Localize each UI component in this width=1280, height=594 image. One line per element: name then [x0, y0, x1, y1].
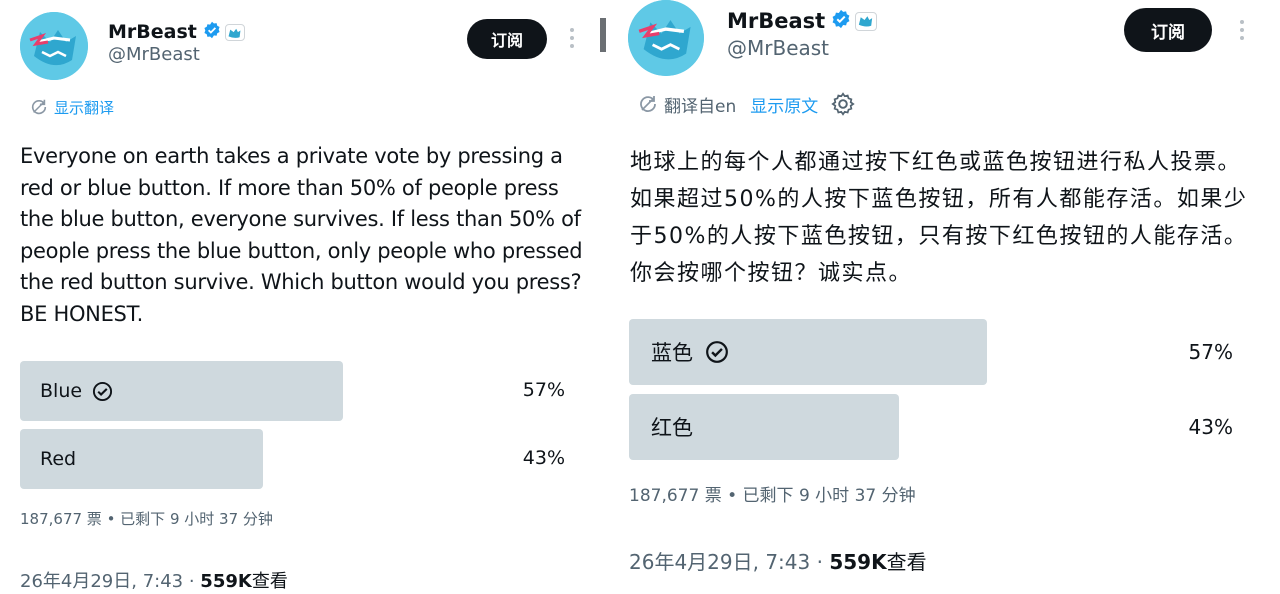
poll-percentage: 43%	[522, 447, 565, 469]
poll-option-blue[interactable]: 蓝色 57%	[629, 319, 1233, 385]
poll-option-label: Red	[40, 448, 77, 470]
poll-option-red[interactable]: 红色 43%	[629, 394, 1233, 460]
translate-icon	[30, 98, 48, 116]
show-original-link[interactable]: 显示原文	[750, 92, 818, 117]
poll-option-label: Blue	[40, 380, 83, 402]
more-icon[interactable]	[1240, 20, 1244, 40]
poll-meta: 187,677 票 • 已剩下 9 小时 37 分钟	[20, 510, 273, 528]
verified-badge-icon	[203, 21, 221, 43]
tweet-text: Everyone on earth takes a private vote b…	[20, 144, 583, 326]
handle[interactable]: @MrBeast	[108, 44, 200, 65]
views-count: 559K	[200, 571, 252, 592]
tweet-panel-chinese: MrBeast @MrBeast 订阅 翻译自en 显示原文 地球上的每个人都通…	[610, 0, 1280, 594]
check-circle-icon	[705, 340, 729, 364]
timestamp-row: 26年4月29日, 7:43 · 559K查看	[20, 567, 288, 593]
beast-affiliate-icon[interactable]	[855, 11, 878, 31]
translate-icon	[638, 94, 658, 114]
avatar[interactable]	[20, 12, 88, 80]
verified-badge-icon	[831, 9, 851, 33]
poll-percentage: 57%	[522, 379, 565, 401]
poll-option-red[interactable]: Red 43%	[20, 429, 565, 489]
tweet-panel-english: MrBeast @MrBeast 订阅 显示翻译 Everyone on ear…	[0, 0, 600, 594]
poll-percentage: 43%	[1188, 415, 1233, 439]
display-name[interactable]: MrBeast	[727, 9, 825, 33]
handle[interactable]: @MrBeast	[727, 36, 829, 60]
poll-option-label: 红色	[651, 416, 693, 440]
timestamp-row: 26年4月29日, 7:43 · 559K查看	[629, 546, 927, 575]
translated-from-label: 翻译自en	[664, 96, 737, 117]
views-label: 查看	[886, 550, 927, 574]
divider	[600, 18, 606, 52]
poll-meta: 187,677 票 • 已剩下 9 小时 37 分钟	[629, 486, 916, 506]
timestamp[interactable]: 26年4月29日, 7:43 ·	[20, 571, 200, 592]
timestamp[interactable]: 26年4月29日, 7:43 ·	[629, 550, 829, 574]
subscribe-button[interactable]: 订阅	[1124, 8, 1212, 52]
views-label: 查看	[251, 571, 288, 592]
poll-option-label: 蓝色	[651, 341, 693, 365]
beast-affiliate-icon[interactable]	[224, 23, 245, 41]
subscribe-button[interactable]: 订阅	[467, 19, 547, 59]
poll-option-blue[interactable]: Blue 57%	[20, 361, 565, 421]
display-name[interactable]: MrBeast	[108, 21, 197, 43]
tweet-text: 地球上的每个人都通过按下红色或蓝色按钮进行私人投票。如果超过50%的人按下蓝色按…	[630, 150, 1248, 286]
gear-icon[interactable]	[830, 91, 856, 117]
more-icon[interactable]	[570, 28, 574, 48]
check-circle-icon	[92, 381, 113, 402]
show-translation-link[interactable]: 显示翻译	[54, 97, 114, 118]
avatar[interactable]	[628, 0, 704, 76]
views-count: 559K	[829, 550, 887, 574]
poll-percentage: 57%	[1188, 340, 1233, 364]
